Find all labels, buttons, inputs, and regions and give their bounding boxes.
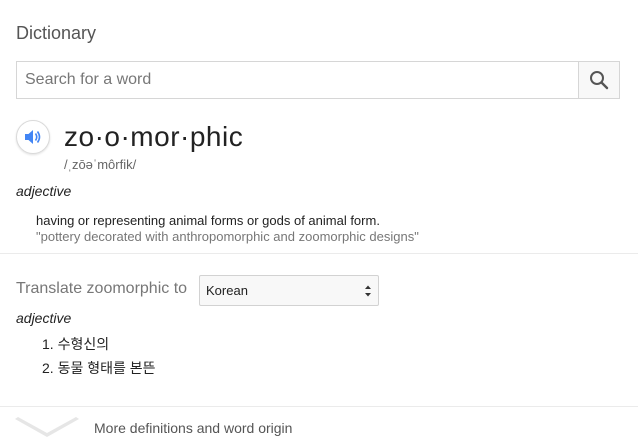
search-input[interactable] <box>17 62 578 98</box>
translation-list: 1. 수형신의 2. 동물 형태를 본뜬 <box>42 336 156 384</box>
dictionary-card: Dictionary zo·o·mor·phic /ˌzōəˈmôrfik/ a… <box>0 0 638 448</box>
part-of-speech: adjective <box>16 183 72 199</box>
translate-label: Translate zoomorphic to <box>16 280 188 297</box>
search-button[interactable] <box>578 62 619 98</box>
chevron-down-icon <box>15 417 79 437</box>
example-sentence: "pottery decorated with anthropomorphic … <box>36 229 419 244</box>
translation-part-of-speech: adjective <box>16 310 72 326</box>
selected-language: Korean <box>206 283 248 298</box>
definition-text: having or representing animal forms or g… <box>36 213 380 228</box>
phonetic-spelling: /ˌzōəˈmôrfik/ <box>64 157 137 172</box>
section-divider <box>0 253 638 254</box>
search-icon <box>590 71 609 90</box>
language-select[interactable]: Korean <box>199 275 379 306</box>
search-box <box>16 61 620 99</box>
speaker-icon <box>25 130 41 144</box>
select-arrows-icon <box>365 285 371 297</box>
pronunciation-button[interactable] <box>16 120 50 154</box>
headword: zo·o·mor·phic <box>64 121 244 152</box>
translation-item: 2. 동물 형태를 본뜬 <box>42 360 156 376</box>
translation-item: 1. 수형신의 <box>42 336 110 352</box>
more-definitions-link[interactable]: More definitions and word origin <box>0 407 638 448</box>
dictionary-title: Dictionary <box>16 23 97 43</box>
more-definitions-label: More definitions and word origin <box>94 420 293 436</box>
